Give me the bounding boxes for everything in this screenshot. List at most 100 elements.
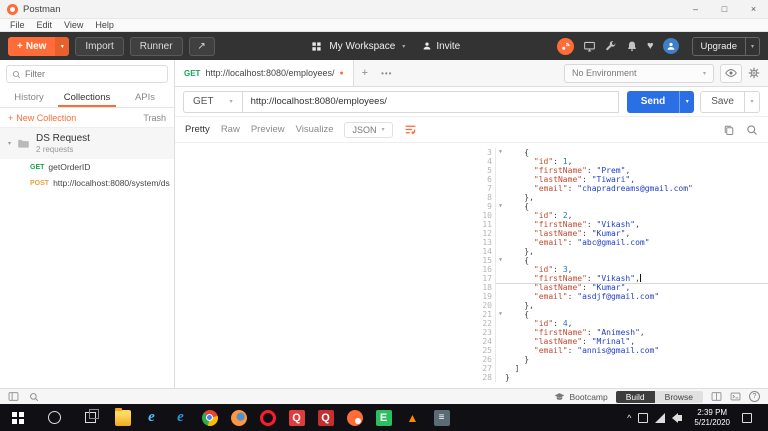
fold-caret-icon[interactable]: ▼ — [496, 310, 505, 319]
new-dropdown-caret[interactable]: ▾ — [55, 36, 70, 56]
action-center-icon[interactable] — [742, 412, 752, 423]
copy-response-button[interactable] — [723, 124, 735, 136]
fold-caret-icon[interactable]: ▼ — [496, 202, 505, 211]
fold-caret-icon[interactable]: ▼ — [496, 148, 505, 157]
method-selector[interactable]: GET ▾ — [183, 90, 242, 113]
code-line: 18 "lastName": "Kumar", — [480, 283, 693, 292]
cortana-button[interactable] — [36, 404, 72, 431]
menu-edit[interactable]: Edit — [31, 20, 59, 30]
user-avatar[interactable] — [662, 38, 679, 54]
menu-help[interactable]: Help — [89, 20, 120, 30]
find-replace-button[interactable] — [29, 392, 39, 402]
wrap-lines-button[interactable] — [404, 123, 417, 136]
heart-icon[interactable]: ♥ — [647, 40, 654, 52]
line-number: 3 — [480, 148, 496, 157]
save-button[interactable]: Save ▾ — [700, 90, 760, 113]
sidebar-toggle-button[interactable] — [8, 391, 19, 402]
upgrade-caret-icon[interactable]: ▾ — [744, 37, 759, 55]
browse-toggle[interactable]: Browse — [654, 390, 703, 403]
minimize-button[interactable]: – — [681, 0, 710, 19]
settings-gear-button[interactable] — [748, 67, 760, 79]
tab-history[interactable]: History — [0, 88, 58, 107]
postman-icon[interactable] — [340, 404, 369, 431]
new-button[interactable]: + New ▾ — [8, 36, 70, 56]
code-line: 8 }, — [480, 193, 693, 202]
workspace-selector[interactable]: My Workspace — [329, 41, 395, 52]
code-line: 17 "firstName": "Vikash", — [480, 274, 693, 283]
microsoft-edge-icon[interactable]: e — [166, 404, 195, 431]
tab-raw[interactable]: Raw — [221, 124, 240, 135]
bootcamp-button[interactable]: Bootcamp — [554, 391, 608, 402]
task-view-button[interactable] — [72, 404, 108, 431]
two-pane-view-button[interactable] — [711, 391, 722, 402]
qq-browser-icon[interactable]: Q — [311, 404, 340, 431]
tab-collections[interactable]: Collections — [58, 88, 116, 107]
open-new-window-button[interactable]: ↗ — [188, 36, 215, 56]
language-selector[interactable]: JSON ▾ — [344, 121, 393, 138]
start-button[interactable] — [0, 404, 36, 431]
vlc-icon[interactable]: ▲ — [398, 404, 427, 431]
google-chrome-icon[interactable] — [195, 404, 224, 431]
trash-button[interactable]: Trash — [143, 113, 166, 123]
hidden-icons-button[interactable]: ^ — [627, 413, 631, 423]
help-button[interactable]: ? — [749, 391, 760, 402]
maximize-button[interactable]: □ — [710, 0, 739, 19]
collection-name: DS Request — [36, 133, 90, 144]
tab-apis[interactable]: APIs — [116, 88, 174, 107]
send-options-caret[interactable]: ▾ — [679, 90, 695, 113]
request-tab[interactable]: GET http://localhost:8080/employees/ ● — [175, 60, 354, 86]
file-explorer-icon[interactable] — [108, 404, 137, 431]
workspace-caret-icon: ▾ — [402, 43, 406, 50]
volume-icon[interactable] — [672, 412, 683, 423]
line-number: 20 — [480, 301, 496, 310]
environment-quick-look-button[interactable] — [720, 63, 742, 83]
environment-caret-icon: ▾ — [702, 70, 706, 77]
request-list-item[interactable]: POST http://localhost:8080/system/ds — [0, 175, 174, 191]
fold-caret-icon[interactable]: ▼ — [496, 256, 505, 265]
menu-view[interactable]: View — [58, 20, 89, 30]
capture-requests-icon[interactable] — [583, 40, 596, 53]
qq-icon[interactable]: Q — [282, 404, 311, 431]
runner-button[interactable]: Runner — [129, 36, 183, 56]
console-button[interactable] — [730, 391, 741, 402]
line-number: 10 — [480, 211, 496, 220]
network-icon[interactable] — [655, 412, 666, 423]
firefox-icon[interactable] — [224, 404, 253, 431]
close-button[interactable]: × — [739, 0, 768, 19]
onedrive-icon[interactable] — [638, 412, 649, 423]
invite-button[interactable]: Invite — [422, 41, 460, 52]
build-toggle[interactable]: Build — [615, 390, 655, 403]
taskbar-clock[interactable]: 2:39 PM 5/21/2020 — [689, 408, 735, 427]
filter-input[interactable] — [25, 69, 162, 79]
menu-file[interactable]: File — [4, 20, 31, 30]
new-tab-button[interactable]: + — [354, 60, 376, 86]
tab-options-button[interactable]: ••• — [376, 60, 398, 86]
send-button[interactable]: Send ▾ — [626, 90, 695, 113]
tab-pretty[interactable]: Pretty — [185, 124, 210, 135]
sync-status-icon[interactable] — [557, 37, 574, 55]
search-response-button[interactable] — [746, 124, 758, 136]
code-line: 10 "id": 2, — [480, 211, 693, 220]
notifications-bell-icon[interactable] — [626, 40, 638, 52]
collection-expand-caret-icon[interactable]: ▾ — [8, 140, 11, 147]
internet-explorer-icon[interactable]: e — [137, 404, 166, 431]
filter-box[interactable] — [6, 65, 168, 83]
windows-logo-icon — [12, 411, 24, 424]
save-options-caret[interactable]: ▾ — [745, 90, 760, 113]
copy-icon — [724, 125, 734, 135]
collection-row[interactable]: ▾ DS Request 2 requests — [0, 128, 174, 159]
tab-preview[interactable]: Preview — [251, 124, 285, 135]
opera-icon[interactable] — [253, 404, 282, 431]
response-body[interactable]: 3 ▼ {4 "id": 1, 5 "firstName": "Prem", 6 "l… — [175, 143, 768, 388]
environment-selector[interactable]: No Environment ▾ — [564, 63, 714, 83]
import-button[interactable]: Import — [75, 36, 124, 56]
settings-wrench-icon[interactable] — [605, 40, 617, 52]
notepad-icon[interactable]: ≡ — [427, 404, 456, 431]
upgrade-button[interactable]: Upgrade ▾ — [691, 36, 760, 56]
new-collection-button[interactable]: + New Collection — [8, 113, 76, 123]
tab-visualize[interactable]: Visualize — [296, 124, 334, 135]
url-input[interactable] — [241, 90, 619, 113]
request-list-item[interactable]: GET getOrderID — [0, 159, 174, 175]
evernote-icon[interactable]: E — [369, 404, 398, 431]
